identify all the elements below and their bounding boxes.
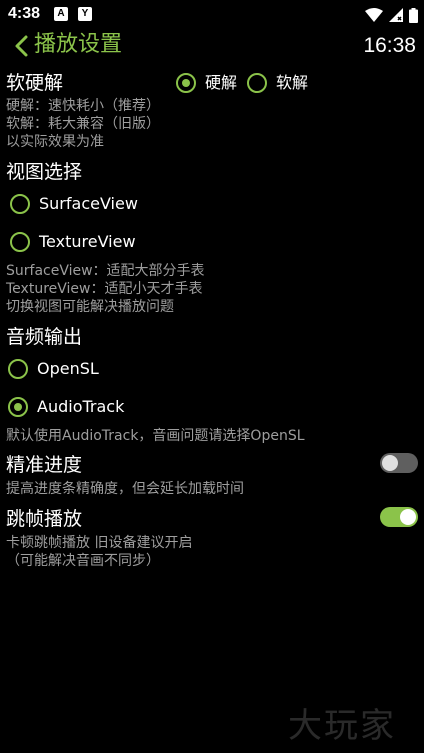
precise-progress-title: 精准进度	[6, 454, 83, 476]
chevron-left-icon	[15, 35, 28, 57]
radio-textureview[interactable]: TextureView	[10, 232, 136, 252]
radio-audiotrack[interactable]: AudioTrack	[8, 397, 124, 417]
switch-thumb	[382, 455, 398, 471]
radio-checked-icon	[176, 73, 196, 93]
notification-y-icon: Y	[78, 7, 92, 21]
radio-label: OpenSL	[37, 359, 99, 378]
frame-skip-desc-line: 卡顿跳帧播放 旧设备建议开启	[6, 535, 193, 551]
precise-progress-switch[interactable]	[380, 453, 418, 473]
decoder-desc-line: 硬解：速快耗小（推荐）	[6, 98, 160, 114]
view-title: 视图选择	[6, 161, 83, 183]
switch-thumb	[400, 509, 416, 525]
decoder-desc-line: 以实际效果为准	[6, 134, 104, 150]
page-title: 播放设置	[34, 32, 123, 57]
frame-skip-switch[interactable]	[380, 507, 418, 527]
audio-title: 音频输出	[6, 326, 83, 348]
radio-unchecked-icon	[247, 73, 267, 93]
status-time: 4:38	[8, 5, 41, 22]
app-header: 播放设置 16:38	[0, 30, 424, 62]
signal-icon	[389, 8, 403, 22]
status-icons	[365, 6, 418, 24]
view-desc-line: SurfaceView：适配大部分手表	[6, 263, 205, 279]
radio-software-decode[interactable]: 软解	[247, 73, 308, 93]
radio-opensl[interactable]: OpenSL	[8, 359, 99, 379]
radio-label: AudioTrack	[37, 397, 125, 416]
radio-unchecked-icon	[10, 194, 30, 214]
radio-surfaceview[interactable]: SurfaceView	[10, 194, 138, 214]
view-desc-line: 切换视图可能解决播放问题	[6, 299, 174, 315]
wifi-icon	[365, 8, 383, 22]
radio-hardware-decode[interactable]: 硬解	[176, 73, 237, 93]
decoder-desc-line: 软解：耗大兼容（旧版）	[6, 116, 160, 132]
watermark-logo: 大玩家	[288, 706, 396, 746]
view-desc-line: TextureView：适配小天才手表	[6, 281, 203, 297]
back-button[interactable]	[12, 32, 34, 60]
radio-label: SurfaceView	[39, 194, 138, 213]
radio-checked-icon	[8, 397, 28, 417]
radio-label: TextureView	[39, 232, 136, 251]
radio-unchecked-icon	[8, 359, 28, 379]
audio-desc: 默认使用AudioTrack，音画问题请选择OpenSL	[6, 428, 305, 444]
precise-progress-desc: 提高进度条精确度，但会延长加载时间	[6, 481, 244, 497]
decoder-title: 软硬解	[6, 72, 64, 94]
notification-a-icon: A	[54, 7, 68, 21]
status-bar: 4:38 A Y	[0, 0, 424, 30]
frame-skip-title: 跳帧播放	[6, 508, 83, 530]
radio-label: 软解	[276, 73, 309, 92]
frame-skip-desc-line: （可能解决音画不同步）	[6, 553, 160, 569]
radio-label: 硬解	[205, 73, 238, 92]
radio-unchecked-icon	[10, 232, 30, 252]
clock: 16:38	[363, 34, 416, 57]
battery-icon	[409, 7, 418, 23]
